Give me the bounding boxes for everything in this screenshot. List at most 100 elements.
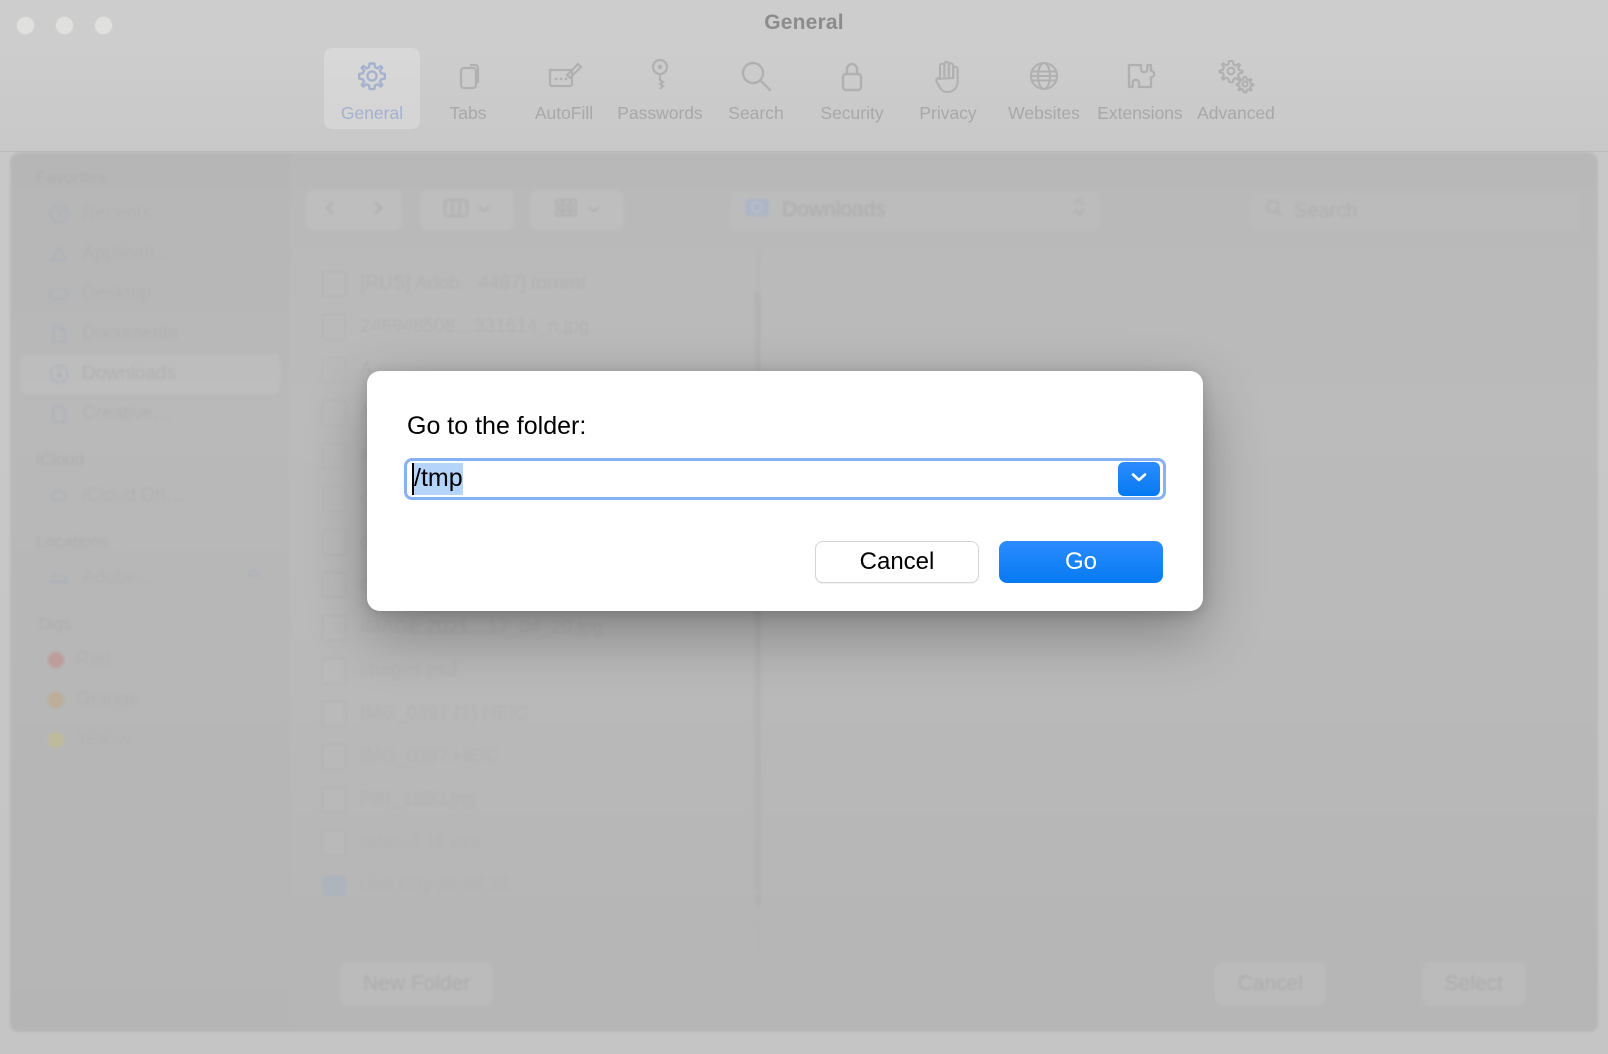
list-item[interactable]: images.psd [300, 649, 760, 692]
sidebar-item-label: Red [76, 649, 111, 670]
sidebar-item-downloads[interactable]: Downloads [20, 354, 280, 394]
file-name: IMAGE 2021…17_04_20.jpg [360, 616, 603, 638]
sidebar-section-icloud: iCloud [36, 450, 85, 469]
chevron-right-icon [370, 198, 386, 223]
tab-search[interactable]: Search [708, 48, 804, 129]
sidebar-section-locations: Locations [36, 532, 109, 551]
tab-security[interactable]: Security [804, 48, 900, 129]
sidebar-item-label: Recents [82, 203, 152, 224]
sidebar-item-tag-yellow[interactable]: Yellow [20, 720, 280, 760]
file-name: Unit City 21.07.21 [360, 874, 512, 896]
file-icon [322, 528, 346, 555]
search-input[interactable]: Search [1250, 192, 1580, 230]
sidebar-item-desktop[interactable]: Desktop [20, 274, 280, 314]
tag-dot-icon [48, 652, 64, 668]
forward-button[interactable] [354, 190, 402, 230]
chevron-down-icon [587, 201, 601, 219]
sidebar-item-tag-orange[interactable]: Orange [20, 680, 280, 720]
list-item[interactable]: Unit City 21.07.21 [300, 864, 760, 907]
go-button[interactable]: Go [999, 541, 1163, 583]
eject-icon[interactable] [244, 566, 264, 590]
file-name: images.psd [360, 659, 458, 681]
tab-tabs[interactable]: Tabs [420, 48, 516, 129]
file-name: [RUS] Adob…4487].torrent [360, 272, 587, 294]
file-icon [322, 829, 346, 856]
tag-dot-icon [48, 732, 64, 748]
sidebar-item-label: Adobe… [82, 567, 156, 588]
image-icon [322, 442, 346, 469]
clock-icon [48, 203, 70, 225]
tab-label: AutoFill [534, 103, 594, 123]
sidebar-item-label: Downloads [82, 363, 176, 384]
file-icon [322, 485, 346, 512]
lock-icon [831, 55, 873, 97]
list-item[interactable]: rufus-3.16.exe [300, 821, 760, 864]
sidebar-item-tag-red[interactable]: Red [20, 640, 280, 680]
sidebar-item-label: Desktop [82, 283, 152, 304]
sidebar-item-icloud-drive[interactable]: iCloud Dri… [20, 476, 280, 516]
path-popup-button[interactable]: Downloads [730, 190, 1100, 230]
sidebar-item-applications[interactable]: Applicati… [20, 234, 280, 274]
new-folder-button[interactable]: New Folder [340, 962, 494, 1006]
sidebar-item-label: Applicati… [82, 243, 173, 264]
list-item[interactable]: IMG_0397.HEIC [300, 735, 760, 778]
column-resize-handle[interactable]: ǀǀ [754, 892, 762, 909]
new-folder-label: New Folder [363, 972, 471, 995]
chevron-left-icon [322, 198, 338, 223]
path-label: Downloads [782, 198, 886, 221]
search-placeholder: Search [1294, 199, 1358, 222]
list-item[interactable]: IMG_0397 (1).HEIC [300, 692, 760, 735]
finder-cancel-button[interactable]: Cancel [1214, 962, 1326, 1006]
sidebar-item-label: Documents [82, 323, 179, 344]
finder-toolbar: Downloads Search [290, 152, 1598, 236]
list-item[interactable]: 246948508…331614_n.jpg [300, 305, 760, 348]
sidebar-item-adobe-disk[interactable]: Adobe… [20, 558, 280, 598]
list-item[interactable]: [RUS] Adob…4487].torrent [300, 262, 760, 305]
file-icon [322, 270, 346, 297]
tab-passwords[interactable]: Passwords [612, 48, 708, 129]
updown-chevron-icon [1072, 194, 1086, 226]
list-item[interactable]: IMAGE 2021…17_04_20.jpg [300, 606, 760, 649]
search-icon [1264, 198, 1284, 224]
tab-autofill[interactable]: AutoFill [516, 48, 612, 129]
autofill-icon [543, 55, 585, 97]
cancel-button[interactable]: Cancel [815, 541, 979, 583]
back-button[interactable] [306, 190, 354, 230]
file-name: IMG_0397 (1).HEIC [360, 702, 528, 724]
path-dropdown-button[interactable] [1118, 462, 1160, 496]
sidebar-item-documents[interactable]: Documents [20, 314, 280, 354]
sidebar-item-label: Yellow [76, 729, 131, 750]
sidebar-item-label: iCloud Dri… [82, 485, 185, 506]
file-icon [322, 571, 346, 598]
folder-downloads-icon [744, 196, 770, 224]
preferences-window: General General Tabs AutoFill Passwords … [0, 0, 1608, 1054]
tab-extensions[interactable]: Extensions [1092, 48, 1188, 129]
tab-general[interactable]: General [324, 48, 420, 129]
sidebar-section-favorites: Favorites [36, 168, 106, 187]
file-name: rufus-3.16.exe [360, 831, 482, 853]
finder-select-button[interactable]: Select [1421, 962, 1526, 1006]
tab-label: Advanced [1197, 103, 1275, 123]
dialog-label: Go to the folder: [407, 412, 587, 440]
view-mode-button[interactable] [420, 190, 514, 230]
file-name: IMG_0397.HEIC [360, 745, 500, 767]
tab-advanced[interactable]: Advanced [1188, 48, 1284, 129]
folder-path-combobox[interactable]: /tmp [404, 458, 1166, 500]
sidebar-item-recents[interactable]: Recents [20, 194, 280, 234]
key-icon [639, 55, 681, 97]
magnifier-icon [735, 55, 777, 97]
tab-privacy[interactable]: Privacy [900, 48, 996, 129]
file-name: PIR_1600.jpg [360, 788, 476, 810]
image-icon [322, 743, 346, 770]
go-to-folder-dialog: Go to the folder: /tmp Cancel Go [367, 371, 1203, 611]
puzzle-icon [1119, 55, 1161, 97]
cloud-icon [48, 485, 70, 507]
list-item[interactable]: PIR_1600.jpg [300, 778, 760, 821]
group-by-button[interactable] [530, 190, 624, 230]
tab-websites[interactable]: Websites [996, 48, 1092, 129]
folder-path-input[interactable]: /tmp [407, 461, 1118, 497]
chevron-down-icon [1129, 470, 1149, 489]
sidebar-item-creative[interactable]: Creative… [20, 394, 280, 434]
doc-icon [48, 403, 70, 425]
apps-icon [48, 243, 70, 265]
